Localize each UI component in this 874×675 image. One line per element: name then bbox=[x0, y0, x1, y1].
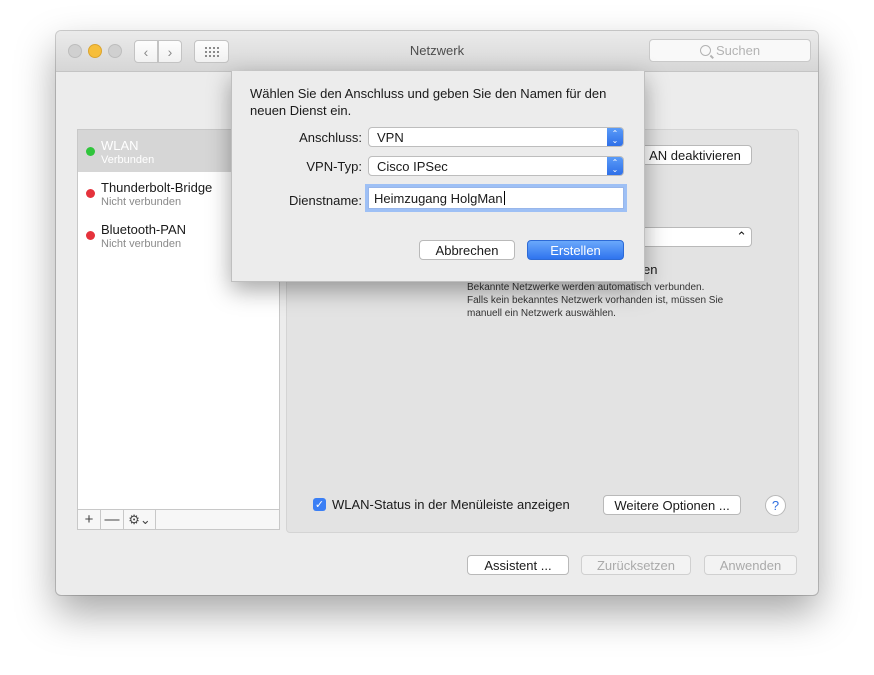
wlan-status-checkbox-row[interactable]: ✓ WLAN-Status in der Menüleiste anzeigen bbox=[313, 497, 570, 512]
apply-button[interactable]: Anwenden bbox=[704, 555, 797, 575]
help-button[interactable]: ? bbox=[765, 495, 786, 516]
up-down-arrows-icon: ⌃ ⌄ bbox=[607, 157, 623, 175]
network-item-status: Nicht verbunden bbox=[101, 196, 182, 208]
vpn-type-label: VPN-Typ: bbox=[306, 159, 362, 174]
network-item-name: WLAN bbox=[101, 138, 139, 153]
up-down-arrows-icon: ⌃ ⌄ bbox=[607, 128, 623, 146]
wlan-deactivate-label: AN deaktivieren bbox=[649, 147, 741, 163]
ask-to-join-info: Bekannte Netzwerke werden automatisch ve… bbox=[467, 281, 767, 320]
up-down-arrows-icon: ⌃ bbox=[736, 229, 747, 244]
search-field[interactable]: Suchen bbox=[649, 39, 811, 62]
network-name-popup[interactable]: ⌃ bbox=[628, 227, 752, 247]
gear-icon[interactable]: ⚙⌄ bbox=[124, 510, 156, 529]
titlebar: ‹ › Netzwerk Suchen bbox=[56, 31, 818, 72]
more-options-button[interactable]: Weitere Optionen ... bbox=[603, 495, 741, 515]
network-item-name: Bluetooth-PAN bbox=[101, 222, 187, 237]
ask-to-join-label: en bbox=[643, 262, 658, 277]
add-service-button[interactable]: + bbox=[78, 510, 101, 529]
cancel-button[interactable]: Abbrechen bbox=[419, 240, 515, 260]
service-name-value: Heimzugang HolgMan bbox=[374, 190, 503, 206]
list-toolbar: + — ⚙⌄ bbox=[77, 509, 280, 530]
remove-service-button[interactable]: — bbox=[101, 510, 124, 529]
wlan-status-label: WLAN-Status in der Menüleiste anzeigen bbox=[332, 497, 570, 512]
new-service-sheet: Wählen Sie den Anschluss und geben Sie d… bbox=[231, 71, 645, 282]
interface-value: VPN bbox=[377, 129, 404, 145]
checkbox-checked-icon[interactable]: ✓ bbox=[313, 498, 326, 511]
info-line: manuell ein Netzwerk auswählen. bbox=[467, 308, 616, 319]
text-caret bbox=[503, 191, 505, 205]
interface-popup[interactable]: VPN ⌃ ⌄ bbox=[368, 127, 624, 147]
create-button[interactable]: Erstellen bbox=[527, 240, 624, 260]
status-dot-icon bbox=[86, 231, 95, 240]
vpn-type-popup[interactable]: Cisco IPSec ⌃ ⌄ bbox=[368, 156, 624, 176]
search-placeholder: Suchen bbox=[715, 43, 761, 58]
reset-button[interactable]: Zurücksetzen bbox=[581, 555, 691, 575]
info-line: Falls kein bekanntes Netzwerk vorhanden … bbox=[467, 295, 724, 306]
network-item-status: Verbunden bbox=[101, 154, 155, 166]
search-icon bbox=[699, 45, 711, 56]
network-item-status: Nicht verbunden bbox=[101, 238, 182, 250]
vpn-type-value: Cisco IPSec bbox=[377, 158, 448, 174]
assistant-button[interactable]: Assistent ... bbox=[467, 555, 569, 575]
network-item-name: Thunderbolt-Bridge bbox=[101, 180, 213, 195]
interface-label: Anschluss: bbox=[299, 130, 362, 145]
service-name-field[interactable]: Heimzugang HolgMan bbox=[368, 187, 624, 209]
status-dot-icon bbox=[86, 189, 95, 198]
sheet-message: Wählen Sie den Anschluss und geben Sie d… bbox=[250, 86, 607, 118]
service-name-label: Dienstname: bbox=[289, 193, 362, 208]
info-line: Bekannte Netzwerke werden automatisch ve… bbox=[467, 282, 705, 293]
status-dot-icon bbox=[86, 147, 95, 156]
